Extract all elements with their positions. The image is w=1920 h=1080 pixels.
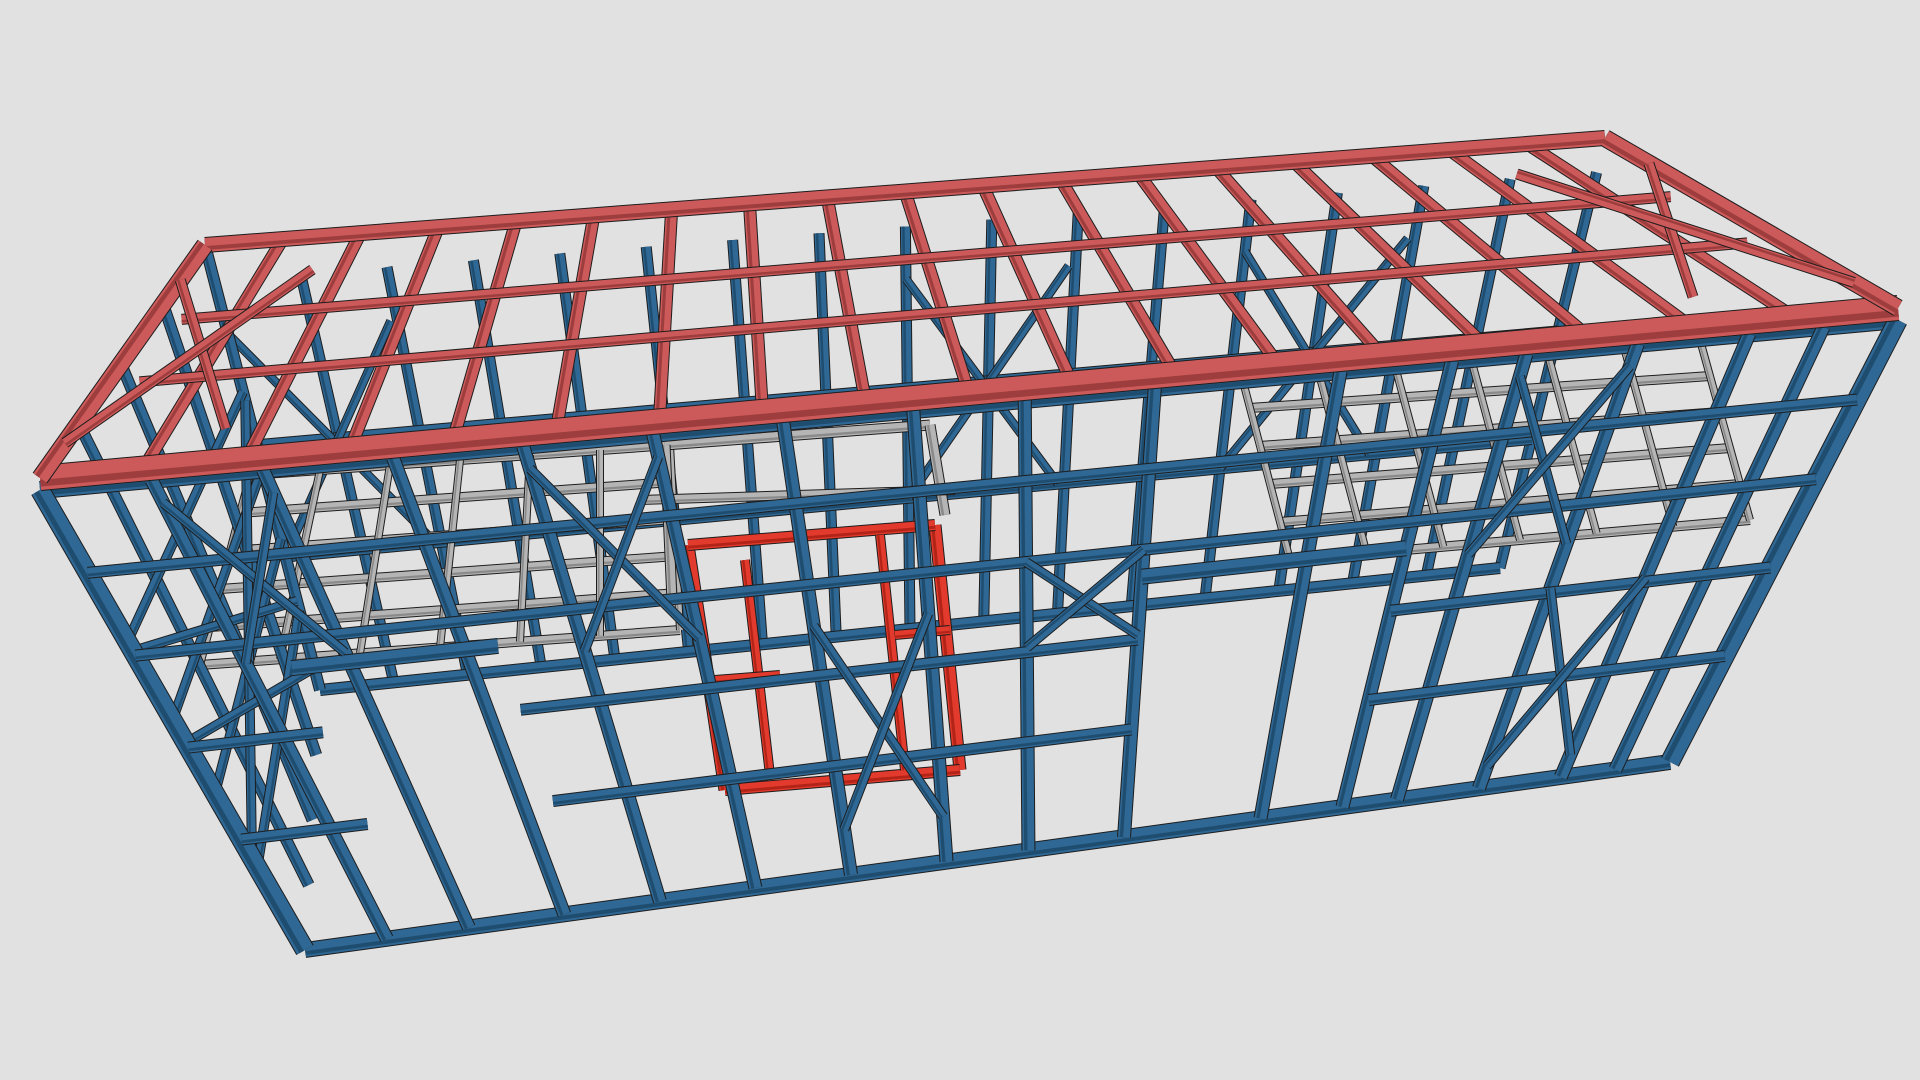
roof-rafter-shade bbox=[449, 220, 516, 440]
roof-rafter-shade bbox=[345, 225, 438, 450]
front-wall-frame bbox=[31, 311, 1907, 958]
roof-rafter bbox=[344, 225, 444, 452]
opening-header bbox=[1141, 541, 1407, 584]
roof-rafter bbox=[447, 219, 522, 442]
roof-frame bbox=[32, 130, 1903, 491]
front-brace-shade bbox=[841, 612, 928, 830]
roof-rafter-shade bbox=[823, 197, 865, 404]
front-bottom-plate-shade bbox=[305, 763, 1671, 955]
front-end-post bbox=[1662, 315, 1906, 767]
roof-rafter bbox=[821, 196, 872, 404]
front-end-post-shade bbox=[1664, 317, 1897, 762]
roof-rafter bbox=[743, 203, 769, 413]
front-brace bbox=[840, 611, 932, 831]
roof-rafter-shade bbox=[552, 214, 594, 431]
roof-rafter bbox=[653, 209, 678, 422]
front-bottom-plate bbox=[304, 755, 1671, 957]
inner-head bbox=[687, 520, 936, 550]
3d-viewport[interactable] bbox=[0, 0, 1920, 1080]
steel-frame-model bbox=[31, 130, 1907, 958]
